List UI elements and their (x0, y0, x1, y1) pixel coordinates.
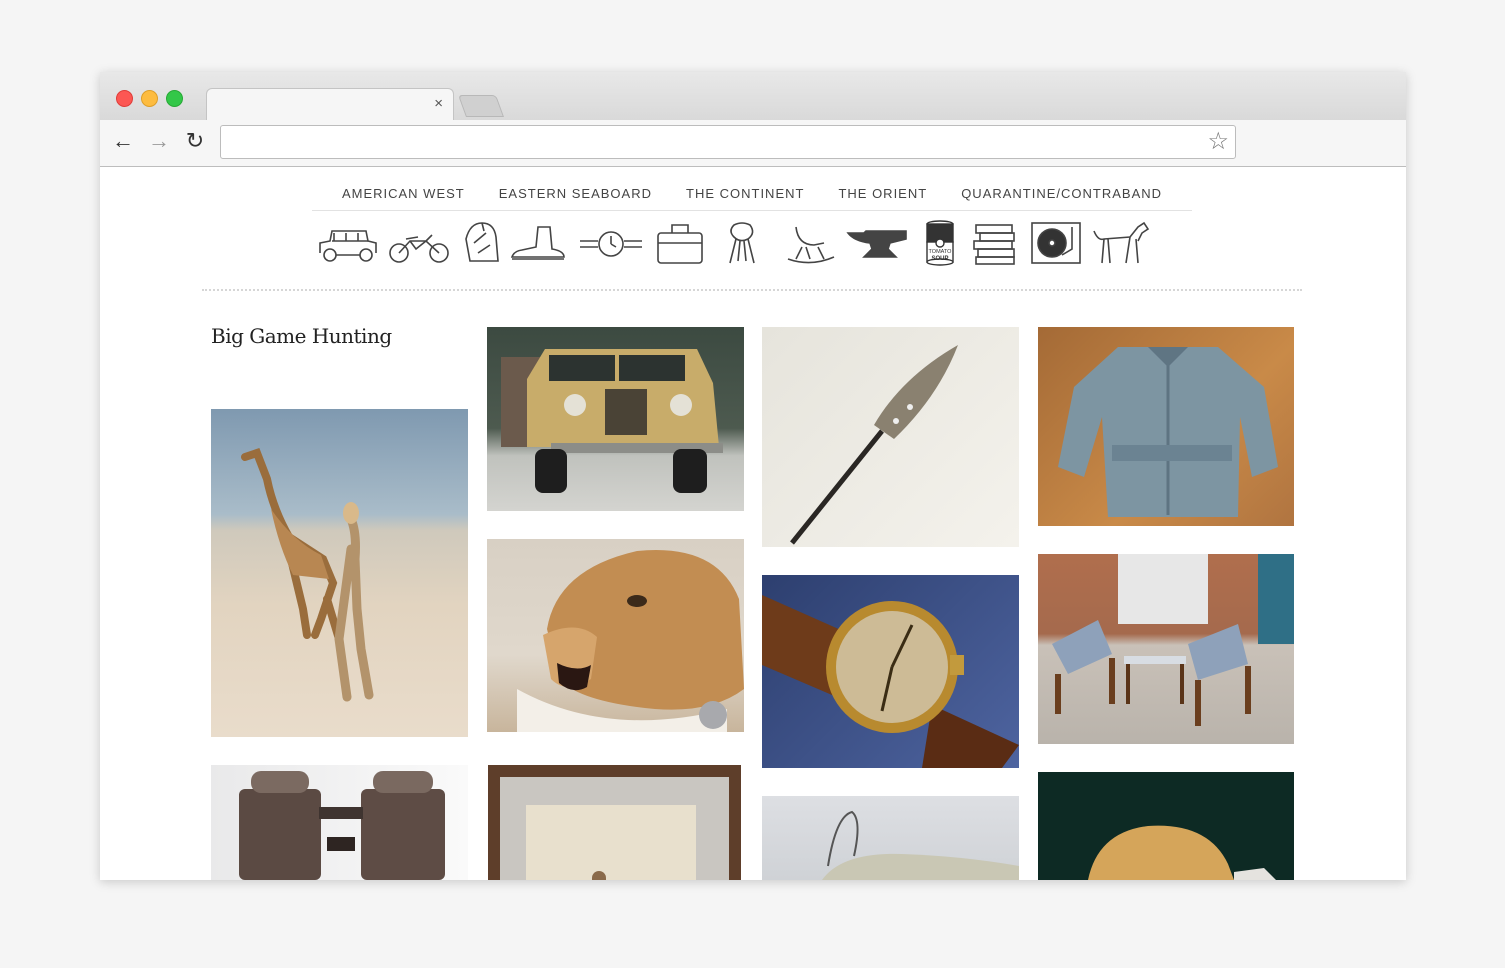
jeep-icon[interactable] (316, 219, 380, 267)
nav-the-continent[interactable]: THE CONTINENT (686, 186, 804, 201)
rocking-chair-icon[interactable] (784, 219, 838, 267)
giraffe-photo[interactable] (211, 409, 468, 737)
safari-chairs-photo[interactable] (1038, 554, 1294, 744)
motorcycle-icon[interactable] (386, 219, 452, 267)
land-rover-photo[interactable] (487, 327, 744, 511)
backpack-icon[interactable] (460, 219, 504, 267)
nav-quarantine-contraband[interactable]: QUARANTINE/CONTRABAND (961, 186, 1162, 201)
nav-the-orient[interactable]: THE ORIENT (838, 186, 927, 201)
soup-can-label-1: TOMATO (929, 249, 953, 255)
back-arrow-icon[interactable]: ← (110, 128, 136, 154)
field-jacket-photo[interactable] (1038, 327, 1294, 526)
reload-icon[interactable]: ↻ (182, 128, 208, 154)
wristwatch-icon[interactable] (578, 219, 644, 267)
nav-american-west[interactable]: AMERICAN WEST (342, 186, 465, 201)
main-menu: AMERICAN WEST EASTERN SEABOARD THE CONTINE… (312, 186, 1192, 211)
powder-horn-photo[interactable] (762, 796, 1019, 880)
header-divider (202, 289, 1302, 291)
framed-letter-photo[interactable] (488, 765, 741, 880)
dog-icon[interactable] (1090, 219, 1152, 267)
soup-can-label-2: SOUP (931, 256, 948, 262)
close-window-button[interactable] (116, 90, 133, 107)
nav-eastern-seaboard[interactable]: EASTERN SEABOARD (499, 186, 652, 201)
browser-window: × ← → ↻ ☆ AMERICAN WEST EASTERN SEABOARD T… (100, 72, 1406, 880)
books-icon[interactable] (972, 219, 1018, 267)
scarf-icon[interactable] (720, 219, 764, 267)
page-title: Big Game Hunting (211, 324, 392, 348)
browser-tab[interactable]: × (206, 88, 454, 123)
anvil-icon[interactable] (846, 219, 910, 267)
boot-icon[interactable] (508, 219, 568, 267)
zoom-window-button[interactable] (166, 90, 183, 107)
forward-arrow-icon[interactable]: → (146, 128, 172, 154)
pith-helmet-photo[interactable] (1038, 772, 1294, 880)
lion-head-photo[interactable] (487, 539, 744, 732)
new-tab-button[interactable] (457, 95, 505, 117)
site-content: AMERICAN WEST EASTERN SEABOARD THE CONTINE… (100, 167, 1406, 880)
turntable-icon[interactable] (1030, 219, 1082, 267)
briefcase-icon[interactable] (654, 219, 706, 267)
browser-titlebar: × (100, 72, 1406, 123)
tab-close-icon[interactable]: × (434, 96, 443, 112)
minimize-window-button[interactable] (141, 90, 158, 107)
address-bar[interactable]: ☆ (220, 125, 1236, 159)
spearhead-photo[interactable] (762, 327, 1019, 547)
soup-can-icon[interactable]: TOMATO SOUP (924, 219, 956, 267)
browser-toolbar: ← → ↻ ☆ (100, 120, 1406, 167)
binoculars-photo[interactable] (211, 765, 468, 880)
bookmark-star-icon[interactable]: ☆ (1207, 128, 1229, 156)
gold-watch-photo[interactable] (762, 575, 1019, 768)
